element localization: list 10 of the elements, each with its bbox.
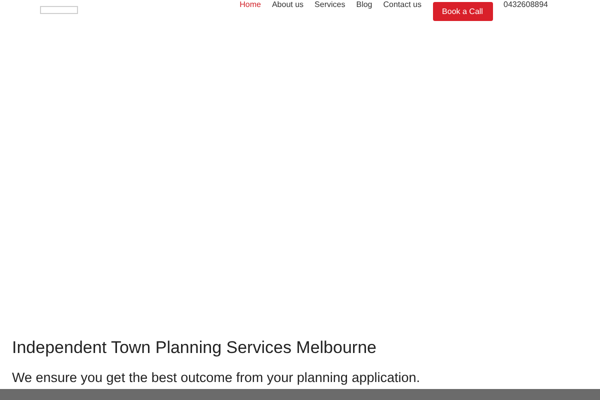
- nav-link[interactable]: About us: [272, 0, 304, 10]
- nav-link[interactable]: Services: [314, 0, 346, 10]
- hero-title: Independent Town Planning Services Melbourne: [12, 338, 378, 358]
- hero-subtitle: We ensure you get the best outcome from your planning application.: [12, 370, 421, 386]
- nav-link[interactable]: Contact us: [383, 0, 422, 10]
- phone-link[interactable]: 0432608894: [504, 0, 548, 10]
- logo-placeholder[interactable]: [40, 6, 78, 14]
- nav-link[interactable]: Home: [240, 0, 261, 10]
- nav-link[interactable]: Blog: [356, 0, 372, 10]
- book-call-button[interactable]: Book a Call: [432, 2, 492, 21]
